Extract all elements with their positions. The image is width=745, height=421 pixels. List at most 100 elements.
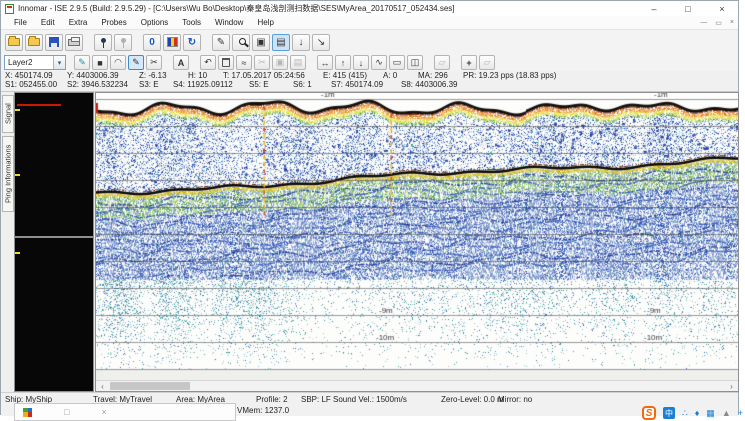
fragment-close-button[interactable]: × xyxy=(101,407,106,417)
curve-tool-button[interactable]: ◠ xyxy=(110,55,126,70)
punctuation-icon[interactable]: ∴ xyxy=(682,408,688,419)
horizontal-scrollbar[interactable]: ‹ › xyxy=(96,380,738,391)
refresh-button[interactable]: ↻ xyxy=(183,34,201,51)
mdi-minimize-button[interactable]: — xyxy=(700,19,707,26)
wave-marker-button[interactable]: ≈ xyxy=(236,55,252,70)
chinese-mode-icon[interactable]: 中 xyxy=(663,407,675,419)
open-file-button[interactable] xyxy=(5,34,23,51)
menubar: File Edit Extra Probes Options Tools Win… xyxy=(1,16,738,30)
titlebar[interactable]: Innomar - ISE 2.9.5 (Build: 2.9.5.29) - … xyxy=(1,1,738,16)
s4-value: S4: 11925.09112 xyxy=(173,80,233,89)
color-swatch-button[interactable]: ■ xyxy=(92,55,108,70)
voice-input-icon[interactable]: ♦ xyxy=(695,408,700,418)
text-tool-button[interactable]: A xyxy=(173,55,189,70)
layer-select[interactable]: Layer2 ▾ xyxy=(4,55,66,70)
echogram-panel: ‹ › xyxy=(95,92,739,392)
panel-divider[interactable] xyxy=(15,236,93,238)
chevron-down-icon[interactable]: ▾ xyxy=(53,56,65,69)
depth-window-button[interactable]: ◫ xyxy=(407,55,423,70)
zero-level-field: Zero-Level: 0.0 m xyxy=(441,395,504,404)
s3-value: S3: E xyxy=(139,80,159,89)
menu-probes[interactable]: Probes xyxy=(94,18,133,27)
extra-disabled-button[interactable]: ▱ xyxy=(434,55,450,70)
menu-options[interactable]: Options xyxy=(134,18,176,27)
crosshair-button[interactable]: + xyxy=(461,55,477,70)
mdi-close-button[interactable]: × xyxy=(730,19,734,26)
ma-value: MA: 296 xyxy=(418,71,448,80)
sogou-logo-icon[interactable]: S xyxy=(642,406,656,420)
menu-extra[interactable]: Extra xyxy=(62,18,95,27)
fit-width-button[interactable]: ↔ xyxy=(317,55,333,70)
menu-file[interactable]: File xyxy=(7,18,34,27)
sine-filter-button[interactable]: ∿ xyxy=(371,55,387,70)
scrollbar-thumb[interactable] xyxy=(110,382,190,390)
save-button[interactable] xyxy=(45,34,63,51)
app-thumbnail-icon xyxy=(23,408,32,417)
color-scale-button[interactable] xyxy=(163,34,181,51)
fit-height-button[interactable]: ↓ xyxy=(292,34,310,51)
printer-icon xyxy=(68,39,80,46)
rect-select-button[interactable]: ▭ xyxy=(389,55,405,70)
y-coordinate: Y: 4403006.39 xyxy=(67,71,119,80)
maximize-button[interactable]: □ xyxy=(682,4,694,14)
pin-icon xyxy=(101,38,106,43)
tab-signal[interactable]: Signal xyxy=(2,95,14,133)
extra2-disabled-button[interactable]: ▱ xyxy=(479,55,495,70)
folder-open-icon xyxy=(28,38,40,46)
close-button[interactable]: × xyxy=(716,4,728,14)
print-button[interactable] xyxy=(65,34,83,51)
trash-icon xyxy=(222,58,230,67)
view-split-button[interactable]: ▤ xyxy=(272,34,290,51)
scroll-left-arrow[interactable]: ‹ xyxy=(96,381,109,391)
menu-edit[interactable]: Edit xyxy=(34,18,62,27)
menu-window[interactable]: Window xyxy=(208,18,250,27)
window-controls: – □ × xyxy=(648,1,734,16)
minimized-window-fragment[interactable]: □ × xyxy=(14,403,236,421)
sensor-status-row: S1: 052455.00 S2: 3946.532234 S3: E S4: … xyxy=(1,80,738,89)
tab-ping-informations[interactable]: Ping Informations xyxy=(2,136,14,212)
ping-rate-value: PR: 19.23 pps (18.83 pps) xyxy=(463,71,556,80)
signal-marker-tick xyxy=(15,109,20,111)
signal-trace xyxy=(17,104,61,106)
app-icon xyxy=(5,4,14,14)
coordinate-status-row: X: 450174.09 Y: 4403006.39 Z: -6.13 H: 1… xyxy=(1,71,738,80)
s7-value: S7: 450174.09 xyxy=(331,80,383,89)
toolbar-main: 0 ↻ ✎ ▣ ▤ ↓ ↘ xyxy=(1,30,738,54)
ime-settings-icon[interactable]: + xyxy=(738,408,743,418)
toolbar-edit: Layer2 ▾ ✎ ■ ◠ ✎ ✂ A ↶ ≈ ✂ ▣ ▤ ↔ ↑ ↓ ∿ ▭… xyxy=(1,54,738,71)
echogram-canvas[interactable] xyxy=(96,93,738,381)
colormap-icon xyxy=(167,37,178,47)
menu-tools[interactable]: Tools xyxy=(175,18,208,27)
fragment-maximize-button[interactable]: □ xyxy=(64,407,69,417)
pin-marker-off-button[interactable] xyxy=(114,34,132,51)
paste-button[interactable]: ▤ xyxy=(290,55,306,70)
measure-tool-button[interactable]: ✎ xyxy=(212,34,230,51)
soft-keyboard-icon[interactable]: ▦ xyxy=(706,408,715,419)
delete-layer-button[interactable] xyxy=(218,55,234,70)
zoom-tool-button[interactable] xyxy=(232,34,250,51)
fit-window-button[interactable]: ↘ xyxy=(312,34,330,51)
brush-tool-button[interactable]: ✎ xyxy=(74,55,90,70)
scroll-right-arrow[interactable]: › xyxy=(725,381,738,391)
align-top-button[interactable]: ↑ xyxy=(335,55,351,70)
minimize-button[interactable]: – xyxy=(648,4,660,14)
z-coordinate: Z: -6.13 xyxy=(139,71,167,80)
layer-select-value: Layer2 xyxy=(5,58,53,67)
user-profile-icon[interactable]: ▲ xyxy=(722,408,731,418)
knife-tool-button[interactable]: ✂ xyxy=(146,55,162,70)
pencil-tool-button[interactable]: ✎ xyxy=(128,55,144,70)
floppy-icon xyxy=(49,37,59,47)
signal-marker-tick xyxy=(15,252,20,254)
cut-button[interactable]: ✂ xyxy=(254,55,270,70)
pin-marker-button[interactable] xyxy=(94,34,112,51)
copy-button[interactable]: ▣ xyxy=(272,55,288,70)
view-single-button[interactable]: ▣ xyxy=(252,34,270,51)
signal-panel[interactable] xyxy=(14,92,94,392)
info-zero-button[interactable]: 0 xyxy=(143,34,161,51)
align-bottom-button[interactable]: ↓ xyxy=(353,55,369,70)
open-folder-button[interactable] xyxy=(25,34,43,51)
magnifier-icon xyxy=(239,38,246,45)
menu-help[interactable]: Help xyxy=(250,18,280,27)
mdi-restore-button[interactable]: ▭ xyxy=(715,19,722,27)
undo-button[interactable]: ↶ xyxy=(200,55,216,70)
